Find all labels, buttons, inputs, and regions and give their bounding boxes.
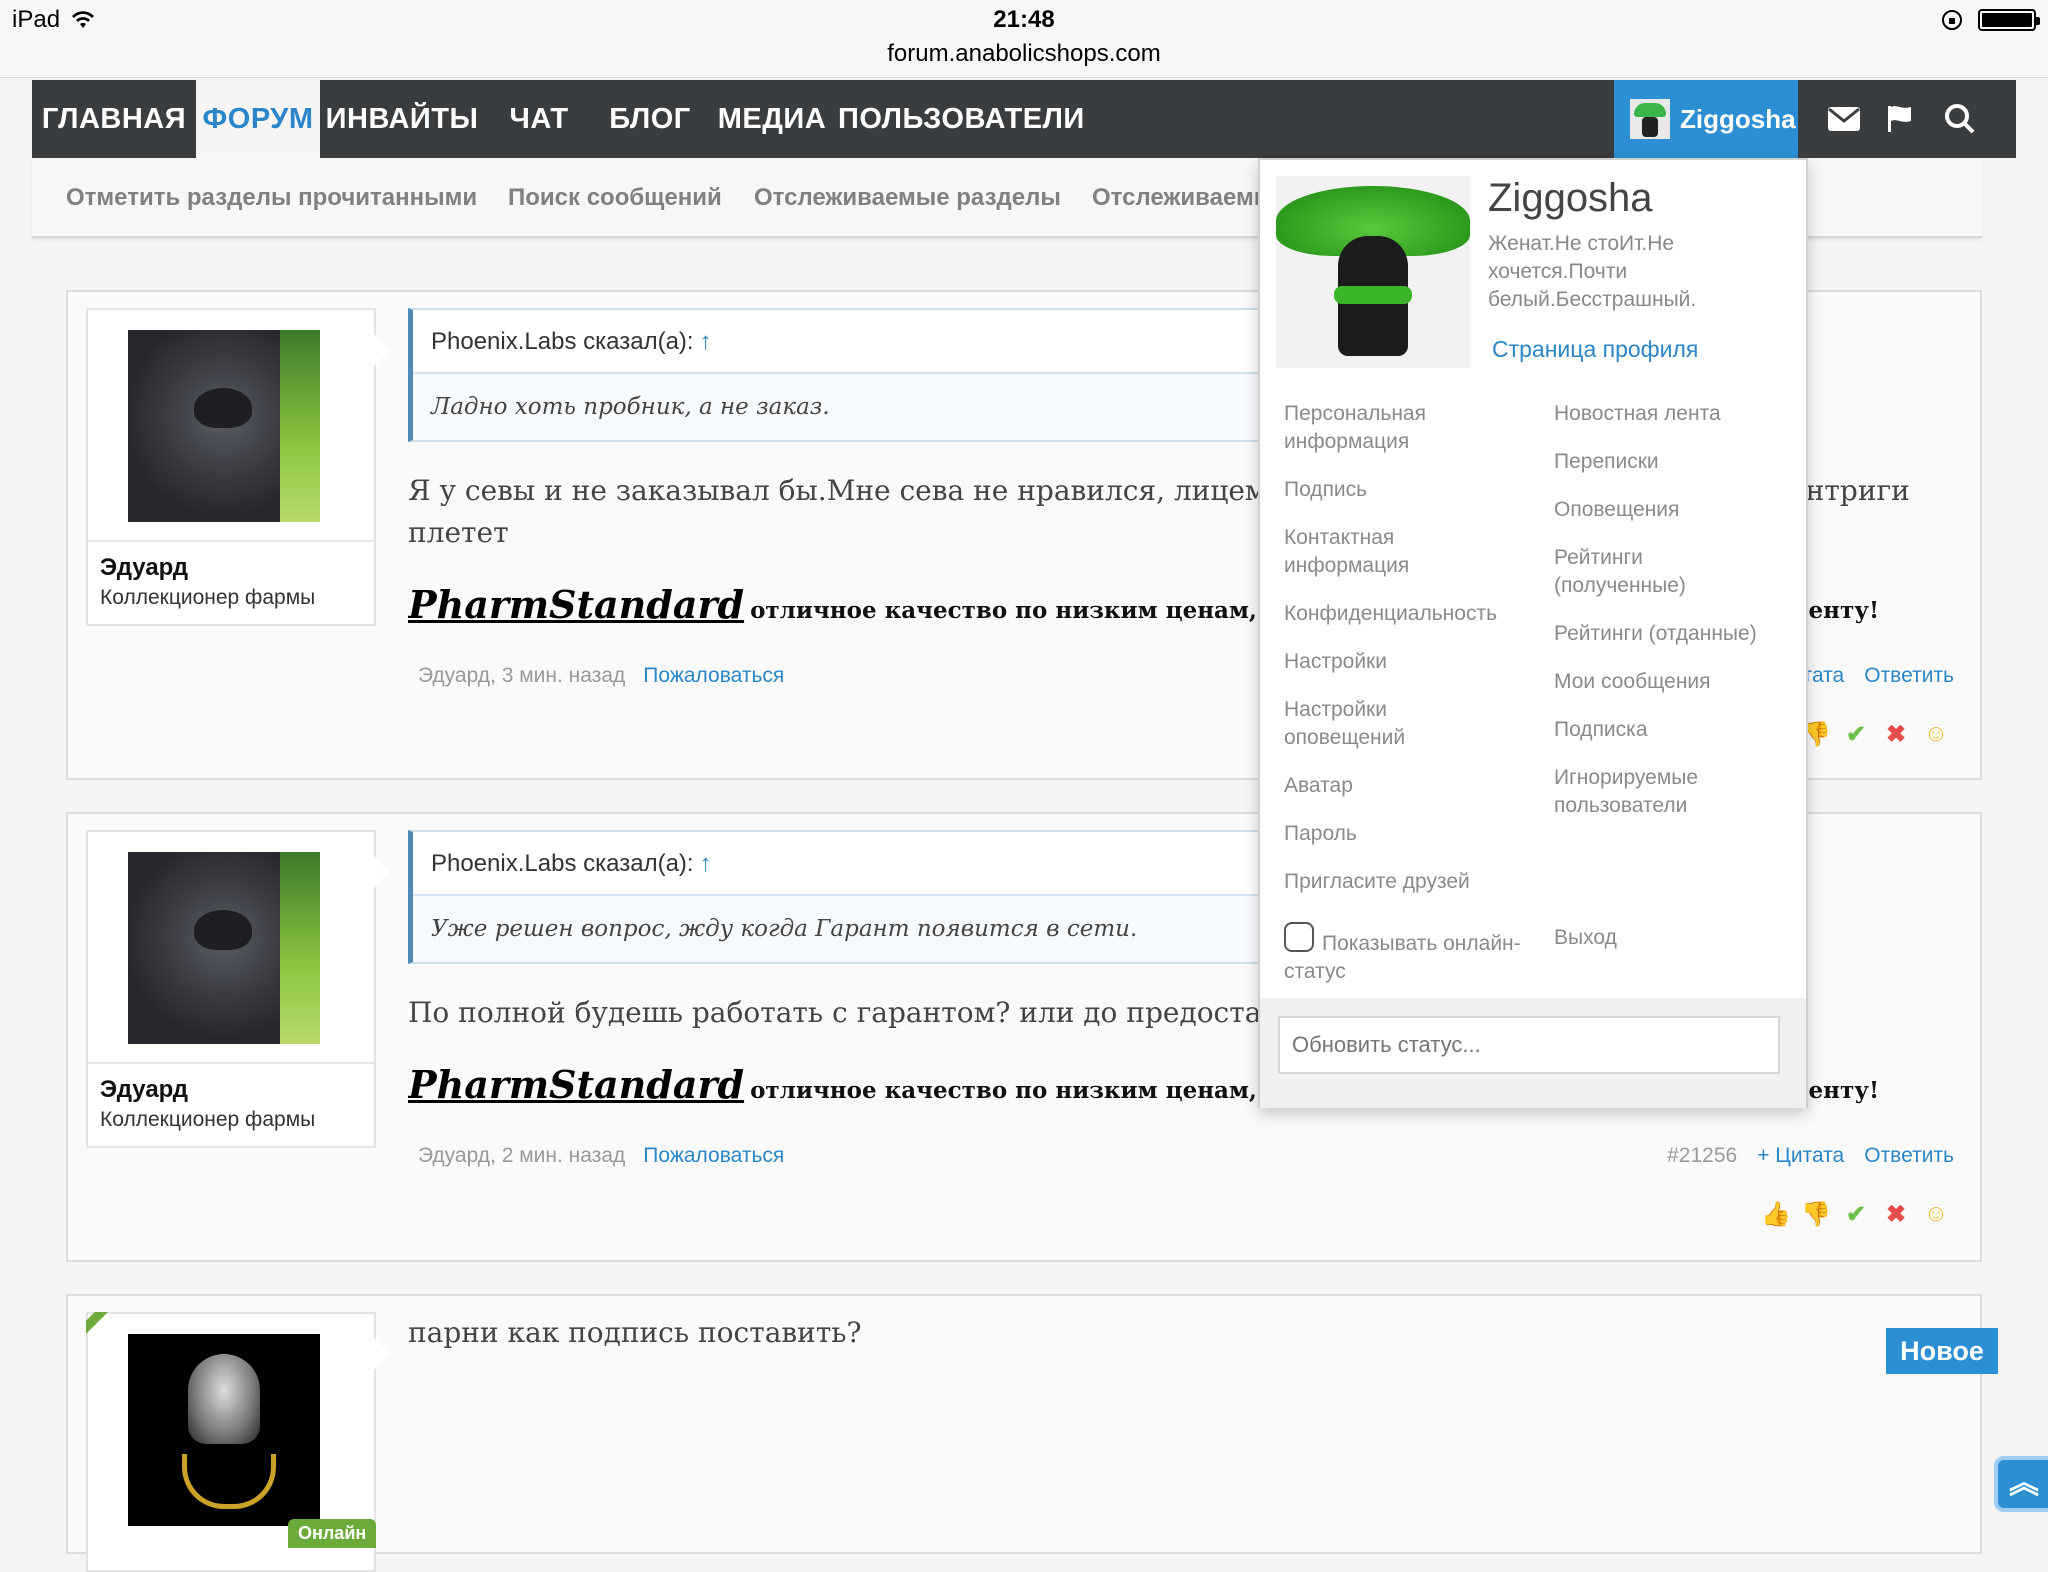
privacy-link[interactable]: Конфиденциальность xyxy=(1284,600,1544,628)
quote-author: Phoenix.Labs сказал(а): xyxy=(431,850,694,877)
watched-forums-link[interactable]: Отслеживаемые разделы xyxy=(754,184,1061,212)
password-link[interactable]: Пароль xyxy=(1284,820,1524,848)
user-mini-avatar xyxy=(1630,99,1670,139)
status-right xyxy=(1940,8,2040,32)
logout-link[interactable]: Выход xyxy=(1554,924,1754,952)
disagree-icon[interactable]: ✖ xyxy=(1882,1200,1910,1228)
dislike-icon[interactable]: 👎 xyxy=(1801,1200,1831,1228)
user-info-box: Эдуард Коллекционер фармы xyxy=(86,308,390,626)
main-nav: ГЛАВНАЯ ФОРУМ ИНВАЙТЫ ЧАТ БЛОГ МЕДИА ПОЛ… xyxy=(32,80,2016,158)
quote-author: Phoenix.Labs сказал(а): xyxy=(431,328,694,355)
post: Онлайн парни как подпись поставить? xyxy=(66,1294,1982,1572)
nav-invites[interactable]: ИНВАЙТЫ xyxy=(320,80,484,158)
new-badge: Новое xyxy=(1886,1328,1998,1374)
conversations-link[interactable]: Переписки xyxy=(1554,448,1794,476)
clock: 21:48 xyxy=(993,6,1055,33)
personal-info-link[interactable]: Персональная информация xyxy=(1284,400,1524,456)
report-link[interactable]: Пожаловаться xyxy=(643,1144,784,1167)
rotation-lock-icon xyxy=(1942,10,1962,30)
signature-brand-link[interactable]: PharmStandard xyxy=(408,1062,744,1107)
user-info-box: Онлайн xyxy=(86,1312,390,1572)
reply-button[interactable]: Ответить xyxy=(1864,1144,1954,1168)
dropdown-username: Ziggosha xyxy=(1488,176,1653,220)
avatar[interactable] xyxy=(128,852,320,1044)
news-feed-link[interactable]: Новостная лента xyxy=(1554,400,1794,428)
search-button[interactable] xyxy=(1932,80,1988,158)
envelope-icon xyxy=(1828,107,1860,131)
nav-media[interactable]: МЕДИА xyxy=(706,80,838,158)
disagree-icon[interactable]: ✖ xyxy=(1882,720,1910,748)
scroll-to-top-button[interactable]: ︽ xyxy=(1994,1456,2048,1512)
mark-read-link[interactable]: Отметить разделы прочитанными xyxy=(66,184,477,212)
status-update-input[interactable] xyxy=(1278,1016,1780,1074)
url-bar[interactable]: forum.anabolicshops.com xyxy=(0,40,2048,68)
message-text: парни как подпись поставить? xyxy=(408,1316,862,1349)
show-online-label[interactable]: Показывать онлайн-статус xyxy=(1284,930,1524,986)
reply-button[interactable]: Ответить xyxy=(1864,664,1954,688)
subscription-link[interactable]: Подписка xyxy=(1554,716,1794,744)
avatar[interactable] xyxy=(128,1334,320,1526)
agree-icon[interactable]: ✔ xyxy=(1842,1200,1870,1228)
user-menu-button[interactable]: Ziggosha xyxy=(1614,80,1798,158)
settings-link[interactable]: Настройки xyxy=(1284,648,1524,676)
search-icon xyxy=(1945,104,1975,134)
post-actions: #21256 + Цитата Ответить xyxy=(1667,1144,1954,1168)
online-badge: Онлайн xyxy=(288,1519,377,1548)
ratings-given-link[interactable]: Рейтинги (отданные) xyxy=(1554,620,1794,648)
meta-time[interactable]: 2 мин. назад xyxy=(502,1144,626,1167)
search-messages-link[interactable]: Поиск сообщений xyxy=(508,184,722,212)
alerts-link[interactable]: Оповещения xyxy=(1554,496,1794,524)
post-meta: Эдуард, 2 мин. назад Пожаловаться xyxy=(418,1144,784,1168)
like-icon[interactable]: 👍 xyxy=(1761,1200,1791,1228)
author-name[interactable]: Эдуард xyxy=(88,1064,374,1104)
flag-icon xyxy=(1888,106,1911,132)
ios-status-bar: iPad 21:48 forum.anabolicshops.com xyxy=(0,0,2048,78)
author-title: Коллекционер фармы xyxy=(100,586,316,609)
account-dropdown: Ziggosha Женат.Не стоИт.Не хочется.Почти… xyxy=(1258,158,1808,1108)
avatar[interactable] xyxy=(128,330,320,522)
meta-time[interactable]: 3 мин. назад xyxy=(502,664,626,687)
dropdown-avatar[interactable] xyxy=(1276,176,1470,368)
user-menu-name: Ziggosha xyxy=(1680,103,1796,134)
meta-author[interactable]: Эдуард, xyxy=(418,664,496,687)
post-number[interactable]: #21256 xyxy=(1667,1144,1737,1168)
avatar-link[interactable]: Аватар xyxy=(1284,772,1524,800)
signature-brand-link[interactable]: PharmStandard xyxy=(408,582,744,627)
double-chevron-up-icon: ︽ xyxy=(2009,1467,2039,1500)
agree-icon[interactable]: ✔ xyxy=(1842,720,1870,748)
ratings-received-link[interactable]: Рейтинги (полученные) xyxy=(1554,544,1754,600)
quote-button[interactable]: + Цитата xyxy=(1757,1144,1844,1168)
quote-jump-icon[interactable]: ↑ xyxy=(700,328,712,355)
user-info-box: Эдуард Коллекционер фармы xyxy=(86,830,390,1148)
nav-home[interactable]: ГЛАВНАЯ xyxy=(32,80,196,158)
nav-blog[interactable]: БЛОГ xyxy=(594,80,706,158)
alerts-button[interactable] xyxy=(1872,80,1928,158)
invite-friends-link[interactable]: Пригласите друзей xyxy=(1284,868,1524,896)
funny-icon[interactable]: ☺ xyxy=(1922,1200,1950,1228)
nav-users[interactable]: ПОЛЬЗОВАТЕЛИ xyxy=(838,80,1084,158)
inbox-button[interactable] xyxy=(1816,80,1872,158)
ignored-users-link[interactable]: Игнорируемые пользователи xyxy=(1554,764,1754,820)
my-posts-link[interactable]: Мои сообщения xyxy=(1554,668,1794,696)
nav-forum[interactable]: ФОРУМ xyxy=(196,80,320,158)
funny-icon[interactable]: ☺ xyxy=(1922,720,1950,748)
rating-bar: 👍 👎 ✔ ✖ ☺ xyxy=(1761,1200,1950,1228)
author-title: Коллекционер фармы xyxy=(100,1108,316,1131)
quote-jump-icon[interactable]: ↑ xyxy=(700,850,712,877)
contact-info-link[interactable]: Контактная информация xyxy=(1284,524,1524,580)
signature-link[interactable]: Подпись xyxy=(1284,476,1524,504)
profile-page-link[interactable]: Страница профиля xyxy=(1492,336,1698,363)
report-link[interactable]: Пожаловаться xyxy=(643,664,784,687)
post-meta: Эдуард, 3 мин. назад Пожаловаться xyxy=(418,664,784,688)
meta-author[interactable]: Эдуард, xyxy=(418,1144,496,1167)
alert-settings-link[interactable]: Настройки оповещений xyxy=(1284,696,1484,752)
author-name[interactable]: Эдуард xyxy=(88,542,374,582)
dropdown-bio: Женат.Не стоИт.Не хочется.Почти белый.Бе… xyxy=(1488,232,1697,311)
battery-icon xyxy=(1978,9,2040,31)
nav-chat[interactable]: ЧАТ xyxy=(484,80,594,158)
